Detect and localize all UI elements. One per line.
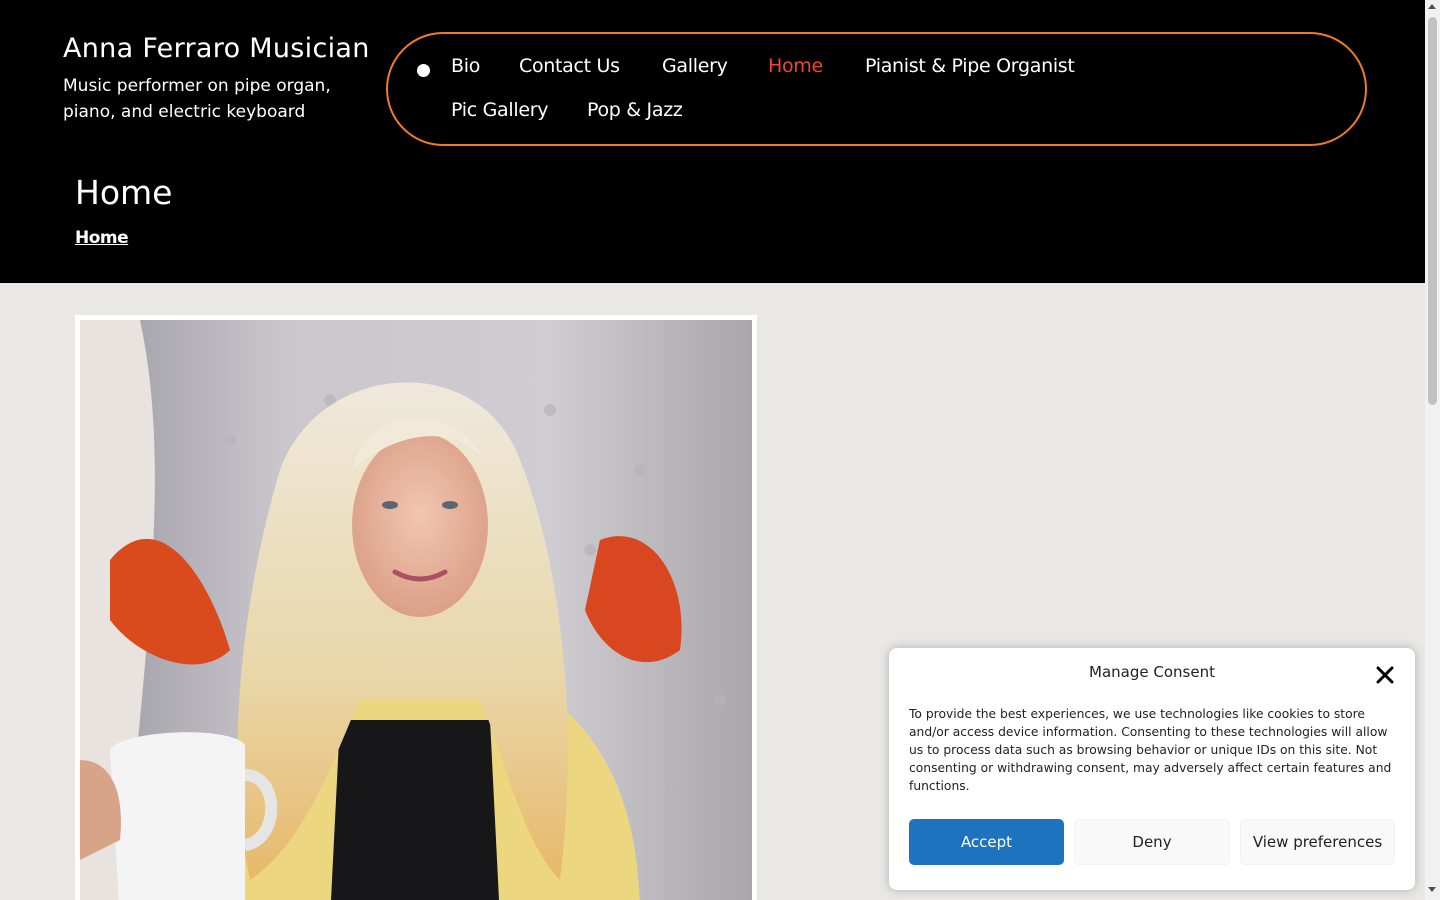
nav-item-contact-us[interactable]: Contact Us [519,55,620,77]
site-tagline: Music performer on pipe organ, piano, an… [63,76,331,122]
bullet-icon [417,64,430,77]
nav-item-pic-gallery[interactable]: Pic Gallery [451,99,548,121]
accept-button[interactable]: Accept [909,819,1064,865]
portrait-photo [80,320,752,900]
portrait-photo-frame [75,315,757,900]
site-header: Anna Ferraro Musician Music performer on… [0,0,1425,283]
scroll-up-arrow-icon[interactable] [1428,4,1436,9]
deny-button[interactable]: Deny [1074,819,1230,865]
breadcrumb-home[interactable]: Home [75,228,129,248]
page-scrollbar[interactable] [1425,0,1440,900]
nav-item-pianist-pipe-organist[interactable]: Pianist & Pipe Organist [865,55,1075,77]
scrollbar-thumb[interactable] [1428,17,1437,405]
nav-item-gallery[interactable]: Gallery [662,55,728,77]
nav-item-home[interactable]: Home [768,55,823,77]
view-preferences-button[interactable]: View preferences [1240,819,1395,865]
consent-message: To provide the best experiences, we use … [909,707,1392,793]
consent-title: Manage Consent [1089,663,1215,681]
site-title[interactable]: Anna Ferraro Musician [63,33,370,64]
main-navigation: Bio Contact Us Gallery Home Pianist & Pi… [386,32,1367,146]
nav-item-bio[interactable]: Bio [451,55,480,77]
page-title: Home [75,173,173,212]
consent-dialog: Manage Consent To provide the best exper… [889,648,1415,890]
scroll-down-arrow-icon[interactable] [1428,887,1436,892]
close-icon[interactable] [1376,666,1394,684]
nav-item-pop-jazz[interactable]: Pop & Jazz [587,99,683,121]
